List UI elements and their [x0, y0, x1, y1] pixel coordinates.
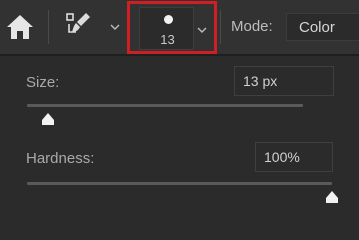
mode-select[interactable]: Color [286, 13, 359, 41]
size-slider-thumb[interactable] [41, 112, 55, 126]
brush-tip-dot [164, 15, 173, 24]
size-label: Size: [26, 74, 60, 91]
chevron-down-icon [109, 20, 121, 32]
panel-divider [0, 54, 359, 56]
brush-preset-picker[interactable]: 13 [127, 1, 217, 54]
hardness-slider-track[interactable] [27, 182, 332, 185]
hardness-label: Hardness: [26, 150, 95, 167]
options-toolbar: 13 Mode: Color [0, 0, 359, 54]
hardness-slider-thumb[interactable] [325, 190, 339, 204]
brush-size-label: 13 [160, 32, 175, 47]
size-slider-track[interactable] [27, 104, 303, 107]
home-icon[interactable] [4, 11, 36, 43]
brush-preset-icon [64, 10, 94, 40]
mode-label: Mode: [231, 18, 273, 35]
toolbar-separator [48, 10, 49, 44]
size-field[interactable]: 13 px [234, 66, 334, 96]
toolbar-separator [220, 10, 221, 44]
tool-preset-picker[interactable] [60, 8, 128, 44]
brush-tip-preview: 13 [139, 7, 194, 50]
chevron-down-icon [196, 23, 208, 35]
hardness-field[interactable]: 100% [255, 142, 333, 172]
